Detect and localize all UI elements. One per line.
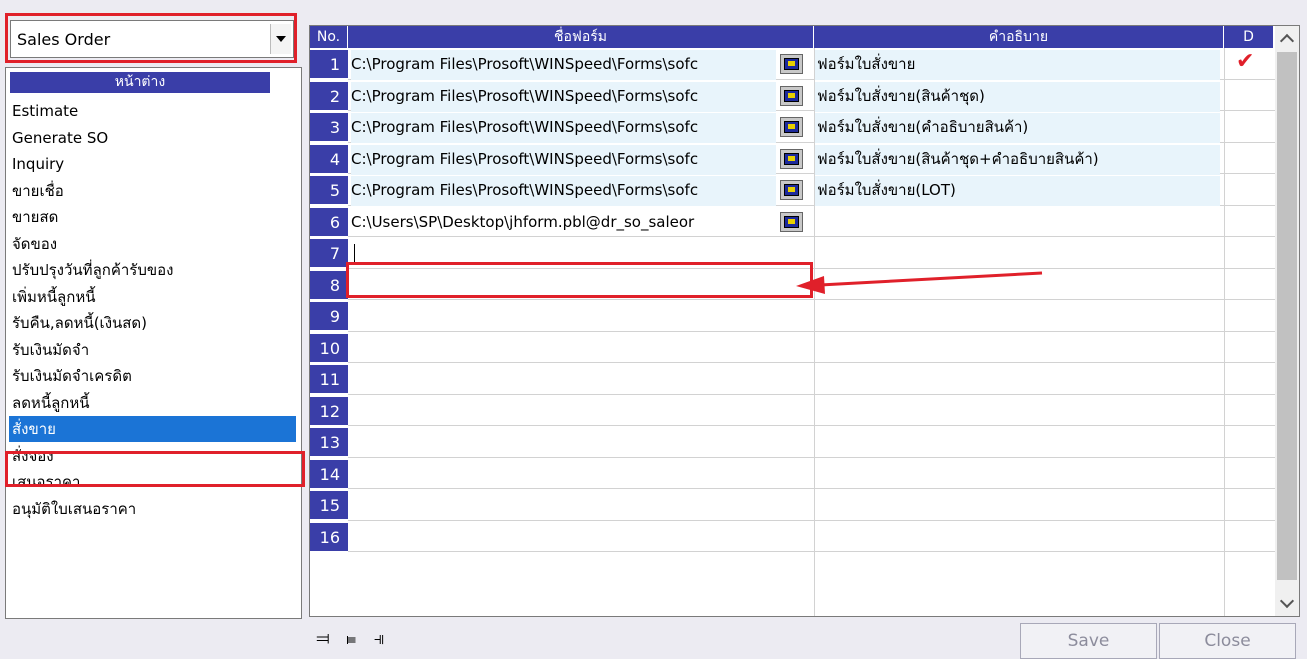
window-list-item[interactable]: รับคืน,ลดหนี้(เงินสด) <box>9 310 296 336</box>
browse-form-icon[interactable] <box>780 54 803 74</box>
close-button[interactable]: Close <box>1159 623 1296 659</box>
highlight-selected-window <box>5 451 305 487</box>
browse-form-icon[interactable] <box>780 211 803 232</box>
description-cell[interactable] <box>815 302 1220 332</box>
window-list-item[interactable]: Inquiry <box>9 151 296 177</box>
form-path-cell[interactable] <box>351 302 776 332</box>
append-row-icon[interactable]: ⫤ <box>311 628 335 650</box>
grid-column-line <box>814 48 815 616</box>
scroll-up-icon[interactable] <box>1279 33 1295 49</box>
grid-column-line <box>1224 48 1225 616</box>
delete-row-icon[interactable]: ⫣ <box>367 628 391 650</box>
vertical-scrollbar[interactable] <box>1275 26 1299 616</box>
row-number[interactable]: 15 <box>310 489 348 519</box>
window-list-item[interactable]: จัดของ <box>9 231 296 257</box>
browse-form-icon[interactable] <box>780 180 803 200</box>
insert-row-icon[interactable]: ⫢ <box>339 628 363 650</box>
highlight-document-type <box>5 13 297 63</box>
form-path-cell[interactable]: C:\Program Files\Prosoft\WINSpeed\Forms\… <box>351 113 776 143</box>
description-cell[interactable]: ฟอร์มใบสั่งขาย(สินค้าชุด+คำอธิบายสินค้า) <box>815 144 1220 175</box>
row-number[interactable]: 2 <box>310 79 348 110</box>
window-list-item[interactable]: อนุมัติใบเสนอราคา <box>9 496 296 522</box>
form-path-cell[interactable] <box>351 428 776 458</box>
description-cell[interactable] <box>815 491 1220 521</box>
form-path-cell[interactable] <box>351 334 776 364</box>
annotation-arrow-icon <box>796 271 1043 294</box>
row-number[interactable]: 16 <box>310 520 348 551</box>
row-number[interactable]: 4 <box>310 142 348 173</box>
window-list-item[interactable]: ลดหนี้ลูกหนี้ <box>9 390 296 416</box>
form-path-cell[interactable] <box>351 491 776 521</box>
column-header-no[interactable]: No. <box>310 26 348 48</box>
description-cell[interactable] <box>815 523 1220 553</box>
row-number[interactable]: 7 <box>310 237 348 267</box>
browse-form-icon[interactable] <box>780 148 803 169</box>
form-path-cell[interactable]: C:\Program Files\Prosoft\WINSpeed\Forms\… <box>351 50 776 80</box>
window-list-item[interactable]: ปรับปรุงวันที่ลูกค้ารับของ <box>9 257 296 283</box>
scroll-down-icon[interactable] <box>1279 593 1295 609</box>
description-cell[interactable] <box>815 208 1220 238</box>
window-list-header: หน้าต่าง <box>10 72 270 93</box>
browse-form-icon[interactable] <box>780 85 803 106</box>
form-path-cell[interactable]: C:\Users\SP\Desktop\jhform.pbl@dr_so_sal… <box>351 208 776 238</box>
form-path-cell[interactable] <box>351 397 776 427</box>
default-check-icon[interactable]: ✔ <box>1236 49 1254 74</box>
save-button[interactable]: Save <box>1020 623 1157 659</box>
form-path-cell[interactable]: C:\Program Files\Prosoft\WINSpeed\Forms\… <box>351 176 776 206</box>
window-list-item[interactable]: Estimate <box>9 98 296 124</box>
row-number[interactable]: 8 <box>310 268 348 299</box>
description-cell[interactable]: ฟอร์มใบสั่งขาย(LOT) <box>815 176 1220 206</box>
description-cell[interactable] <box>815 397 1220 427</box>
form-path-cell[interactable]: C:\Program Files\Prosoft\WINSpeed\Forms\… <box>351 81 776 112</box>
highlight-new-row <box>346 262 813 298</box>
form-path-cell[interactable] <box>351 365 776 395</box>
description-cell[interactable] <box>815 365 1220 395</box>
window-list[interactable]: หน้าต่าง Estimate Generate SO Inquiry ขายเช… <box>5 67 302 619</box>
row-number[interactable]: 11 <box>310 363 348 393</box>
description-cell[interactable] <box>815 460 1220 490</box>
row-number[interactable]: 3 <box>310 111 348 141</box>
window-list-item[interactable]: เพิ่มหนี้ลูกหนี้ <box>9 284 296 310</box>
form-path-cell[interactable] <box>351 460 776 490</box>
row-number[interactable]: 6 <box>310 205 348 236</box>
window-list-item[interactable]: รับเงินมัดจำเครดิต <box>9 363 296 389</box>
row-number[interactable]: 14 <box>310 457 348 488</box>
row-number[interactable]: 13 <box>310 426 348 456</box>
description-cell[interactable] <box>815 334 1220 364</box>
browse-form-icon[interactable] <box>780 117 803 137</box>
form-path-cell[interactable] <box>351 523 776 553</box>
row-number[interactable]: 10 <box>310 331 348 362</box>
window-list-item[interactable]: รับเงินมัดจำ <box>9 337 296 363</box>
column-header-default[interactable]: D <box>1224 26 1274 48</box>
row-number[interactable]: 5 <box>310 174 348 204</box>
form-path-cell[interactable]: C:\Program Files\Prosoft\WINSpeed\Forms\… <box>351 144 776 175</box>
window-list-item[interactable]: ขายเชื่อ <box>9 178 296 204</box>
description-cell[interactable] <box>815 428 1220 458</box>
description-cell[interactable]: ฟอร์มใบสั่งขาย <box>815 50 1220 80</box>
text-cursor <box>354 244 355 262</box>
scrollbar-thumb[interactable] <box>1277 52 1297 580</box>
window-list-item[interactable]: Generate SO <box>9 125 296 151</box>
row-number[interactable]: 12 <box>310 394 348 425</box>
column-header-form-name[interactable]: ชื่อฟอร์ม <box>348 26 814 48</box>
window-list-item[interactable]: ขายสด <box>9 204 296 230</box>
forms-grid[interactable]: No. ชื่อฟอร์ม คำอธิบาย D 1 C:\Program Fil… <box>309 25 1300 617</box>
description-cell[interactable]: ฟอร์มใบสั่งขาย(คำอธิบายสินค้า) <box>815 113 1220 143</box>
window-list-item[interactable]: สั่งขาย <box>9 416 296 442</box>
column-header-description[interactable]: คำอธิบาย <box>814 26 1224 48</box>
row-number[interactable]: 1 <box>310 48 348 78</box>
description-cell[interactable]: ฟอร์มใบสั่งขาย(สินค้าชุด) <box>815 81 1220 112</box>
row-number[interactable]: 9 <box>310 300 348 330</box>
